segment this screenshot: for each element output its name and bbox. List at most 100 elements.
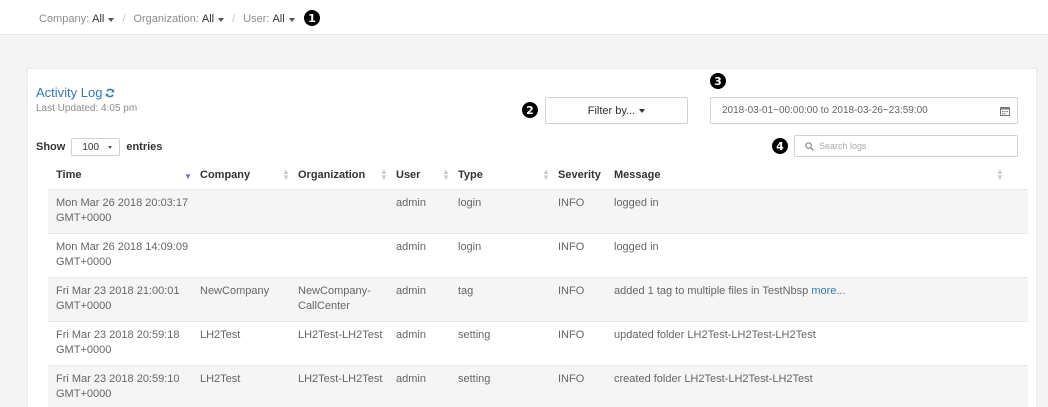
- company-filter-label: Company:: [39, 13, 90, 25]
- calendar-icon[interactable]: [1000, 106, 1010, 116]
- column-header-organization[interactable]: Organization ▲ ▼: [290, 162, 388, 190]
- cell-user: admin: [388, 189, 450, 234]
- table-row: Fri Mar 23 2018 21:00:01 GMT+0000 NewCom…: [48, 277, 1028, 322]
- cell-user: admin: [388, 321, 450, 366]
- search-field[interactable]: [794, 135, 1018, 157]
- table-row: Mon Mar 26 2018 14:09:09 GMT+0000 admin …: [48, 233, 1028, 278]
- table-row: Fri Mar 23 2018 20:59:10 GMT+0000 LH2Tes…: [48, 365, 1028, 407]
- callout-marker-2: 2: [522, 102, 538, 118]
- cell-message: added 1 tag to multiple files in TestNbs…: [606, 277, 1028, 322]
- breadcrumb-filters: Company: All / Organization: All / User:…: [39, 13, 295, 25]
- cell-company: NewCompany: [192, 277, 290, 322]
- cell-time: Fri Mar 23 2018 20:59:10 GMT+0000: [48, 365, 192, 407]
- sort-icon: ▲ ▼: [442, 167, 450, 182]
- cell-time: Fri Mar 23 2018 21:00:01 GMT+0000: [48, 277, 192, 322]
- chevron-down-icon: [288, 17, 295, 22]
- cell-user: admin: [388, 277, 450, 322]
- message-text: logged in: [614, 196, 659, 209]
- sort-icon: ▲ ▼: [996, 167, 1004, 182]
- column-header-organization-label: Organization: [298, 169, 366, 182]
- cell-user: admin: [388, 365, 450, 407]
- cell-organization: NewCompany-CallCenter: [290, 277, 388, 322]
- cell-time: Mon Mar 26 2018 14:09:09 GMT+0000: [48, 233, 192, 278]
- table-row: Mon Mar 26 2018 20:03:17 GMT+0000 admin …: [48, 189, 1028, 234]
- column-header-message[interactable]: Message ▲ ▼: [606, 162, 1028, 190]
- entries-control: Show 100 entries: [36, 138, 162, 156]
- chevron-down-icon: [218, 17, 225, 22]
- cell-organization: LH2Test-LH2Test: [290, 365, 388, 407]
- cell-severity: INFO: [550, 277, 606, 322]
- cell-company: LH2Test: [192, 321, 290, 366]
- column-header-time-label: Time: [56, 169, 82, 182]
- cell-time: Fri Mar 23 2018 20:59:18 GMT+0000: [48, 321, 192, 366]
- chevron-down-icon: [108, 17, 115, 22]
- cell-type: login: [450, 233, 550, 278]
- cell-organization: LH2Test-LH2Test: [290, 321, 388, 366]
- more-link[interactable]: more...: [811, 285, 845, 297]
- message-text: logged in: [614, 240, 659, 253]
- cell-type: login: [450, 189, 550, 234]
- column-header-company-label: Company: [200, 169, 251, 182]
- organization-filter-value: All: [201, 13, 215, 25]
- cell-message: updated folder LH2Test-LH2Test-LH2Test: [606, 321, 1028, 366]
- organization-filter[interactable]: Organization: All: [133, 13, 225, 25]
- cell-organization: [290, 189, 388, 234]
- sort-icon: ▲ ▼: [282, 167, 290, 182]
- sort-icon: ▲ ▼: [542, 167, 550, 182]
- column-header-severity-label: Severity: [558, 169, 601, 182]
- user-filter[interactable]: User: All: [243, 13, 295, 25]
- column-header-type[interactable]: Type ▲ ▼: [450, 162, 550, 190]
- cell-type: tag: [450, 277, 550, 322]
- chevron-down-icon: [639, 109, 646, 113]
- company-filter-value: All: [92, 13, 105, 25]
- user-filter-label: User:: [243, 13, 270, 25]
- company-filter[interactable]: Company: All: [39, 13, 115, 25]
- entries-select[interactable]: 100: [71, 138, 121, 156]
- cell-message: logged in: [606, 189, 1028, 234]
- cell-user: admin: [388, 233, 450, 278]
- message-text: added 1 tag to multiple files in TestNbs…: [614, 284, 809, 297]
- show-label: Show: [36, 141, 66, 153]
- date-range-field[interactable]: 2018-03-01~00:00:00 to 2018-03-26~23:59:…: [710, 97, 1018, 124]
- cell-message: logged in: [606, 233, 1028, 278]
- search-icon: [805, 141, 814, 151]
- panel-title: Activity Log: [36, 85, 115, 100]
- cell-severity: INFO: [550, 233, 606, 278]
- column-header-message-label: Message: [614, 169, 661, 182]
- search-input[interactable]: [819, 141, 999, 151]
- column-header-user[interactable]: User ▲ ▼: [388, 162, 450, 190]
- callout-marker-4: 4: [772, 138, 788, 154]
- refresh-icon[interactable]: [105, 88, 115, 98]
- sort-desc-icon: ▼: [184, 172, 192, 181]
- organization-filter-label: Organization:: [133, 13, 199, 25]
- cell-type: setting: [450, 321, 550, 366]
- entries-label: entries: [126, 141, 163, 153]
- message-text: created folder LH2Test-LH2Test-LH2Test: [614, 372, 813, 385]
- cell-organization: [290, 233, 388, 278]
- table-row: Fri Mar 23 2018 20:59:18 GMT+0000 LH2Tes…: [48, 321, 1028, 366]
- column-header-time[interactable]: Time ▼: [48, 162, 192, 190]
- column-header-company[interactable]: Company ▲ ▼: [192, 162, 290, 190]
- callout-marker-3: 3: [710, 73, 726, 89]
- cell-company: [192, 189, 290, 234]
- filter-by-label: Filter by...: [587, 104, 636, 117]
- cell-severity: INFO: [550, 321, 606, 366]
- cell-type: setting: [450, 365, 550, 407]
- callout-marker-1: 1: [304, 10, 320, 26]
- cell-message: created folder LH2Test-LH2Test-LH2Test: [606, 365, 1028, 407]
- message-text: updated folder LH2Test-LH2Test-LH2Test: [614, 328, 816, 341]
- cell-time: Mon Mar 26 2018 20:03:17 GMT+0000: [48, 189, 192, 234]
- filter-bar: Company: All / Organization: All / User:…: [0, 0, 1048, 35]
- date-range-value: 2018-03-01~00:00:00 to 2018-03-26~23:59:…: [722, 105, 928, 116]
- entries-value: 100: [82, 141, 100, 153]
- filter-by-button[interactable]: Filter by...: [545, 97, 688, 124]
- cell-severity: INFO: [550, 365, 606, 407]
- chevron-down-icon: [108, 146, 113, 149]
- separator: /: [122, 13, 126, 25]
- separator: /: [232, 13, 236, 25]
- last-updated-text: Last Updated: 4:05 pm: [36, 103, 138, 114]
- column-header-type-label: Type: [458, 169, 483, 182]
- panel-title-text: Activity Log: [36, 85, 103, 100]
- activity-log-table: Time ▼ Company ▲ ▼ Organization ▲ ▼ User ▲ ▼ Ty…: [48, 162, 1028, 407]
- column-header-severity[interactable]: Severity: [550, 162, 606, 190]
